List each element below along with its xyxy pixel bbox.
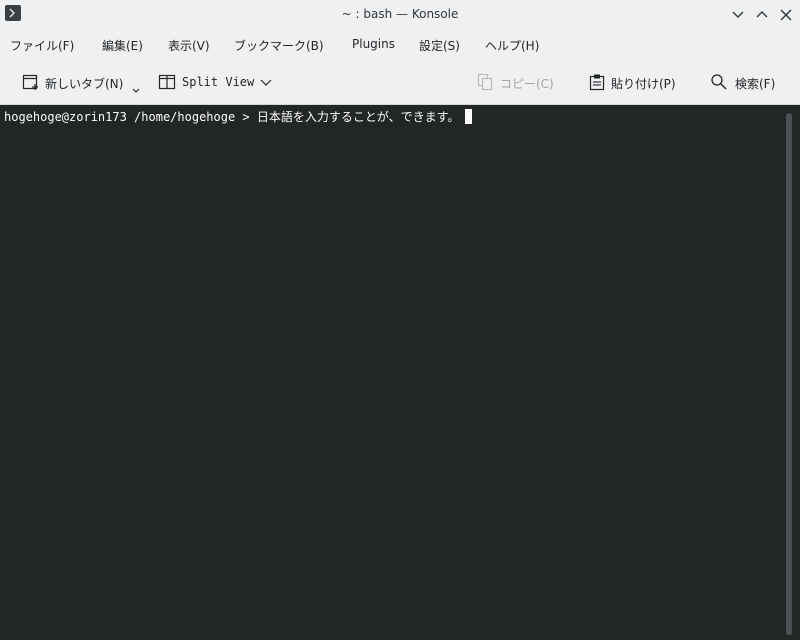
menu-view[interactable]: 表示(V) (168, 37, 210, 54)
search-icon (711, 74, 727, 90)
paste-button[interactable]: 貼り付け(P) (586, 62, 688, 104)
shell-prompt: hogehoge@zorin173 /home/hogehoge > (4, 110, 257, 124)
chevron-down-icon[interactable] (260, 79, 272, 87)
close-button[interactable] (776, 5, 796, 25)
copy-label: コピー(C) (500, 77, 554, 91)
find-label: 検索(F) (735, 77, 776, 91)
paste-label: 貼り付け(P) (611, 77, 676, 91)
split-view-label: Split View (182, 75, 255, 89)
window-title: ~ : bash — Konsole (341, 7, 459, 21)
terminal-input-text: 日本語を入力することが、できます。 (256, 110, 460, 124)
new-tab-dropdown-icon[interactable] (132, 88, 140, 94)
split-view-icon (158, 74, 176, 90)
menu-help[interactable]: ヘルプ(H) (485, 37, 539, 54)
terminal-scrollbar[interactable] (786, 113, 792, 635)
minimize-button[interactable] (728, 5, 748, 25)
paste-icon (589, 74, 605, 91)
find-button[interactable]: 検索(F) (708, 62, 788, 104)
toolbar: 新しいタブ(N) Split View コピー(C) 貼り付け(P) 検索(F) (0, 62, 800, 105)
menu-file[interactable]: ファイル(F) (10, 37, 74, 54)
copy-button[interactable]: コピー(C) (474, 62, 564, 104)
menu-bar: ファイル(F) 編集(E) 表示(V) ブックマーク(B) Plugins 設定… (0, 31, 800, 59)
menu-bookmarks[interactable]: ブックマーク(B) (234, 37, 324, 54)
menu-edit[interactable]: 編集(E) (102, 37, 143, 54)
menu-plugins[interactable]: Plugins (352, 37, 395, 51)
terminal-view[interactable]: hogehoge@zorin173 /home/hogehoge > 日本語を入… (0, 105, 800, 640)
new-tab-button[interactable]: 新しいタブ(N) (18, 62, 142, 104)
chevron-down-icon (732, 11, 744, 18)
terminal-line: hogehoge@zorin173 /home/hogehoge > 日本語を入… (4, 109, 473, 125)
split-view-button[interactable]: Split View (156, 62, 276, 104)
menu-settings[interactable]: 設定(S) (419, 37, 460, 54)
konsole-window: ~ : bash — Konsole ファイル(F) 編集(E) 表示(V) ブ… (0, 0, 800, 640)
close-icon (780, 9, 792, 21)
maximize-button[interactable] (752, 5, 772, 25)
new-tab-label: 新しいタブ(N) (45, 77, 124, 91)
text-cursor (465, 109, 473, 124)
copy-icon (477, 73, 493, 91)
chevron-up-icon (756, 11, 768, 18)
title-bar[interactable]: ~ : bash — Konsole (0, 0, 800, 30)
new-tab-icon (22, 74, 38, 90)
